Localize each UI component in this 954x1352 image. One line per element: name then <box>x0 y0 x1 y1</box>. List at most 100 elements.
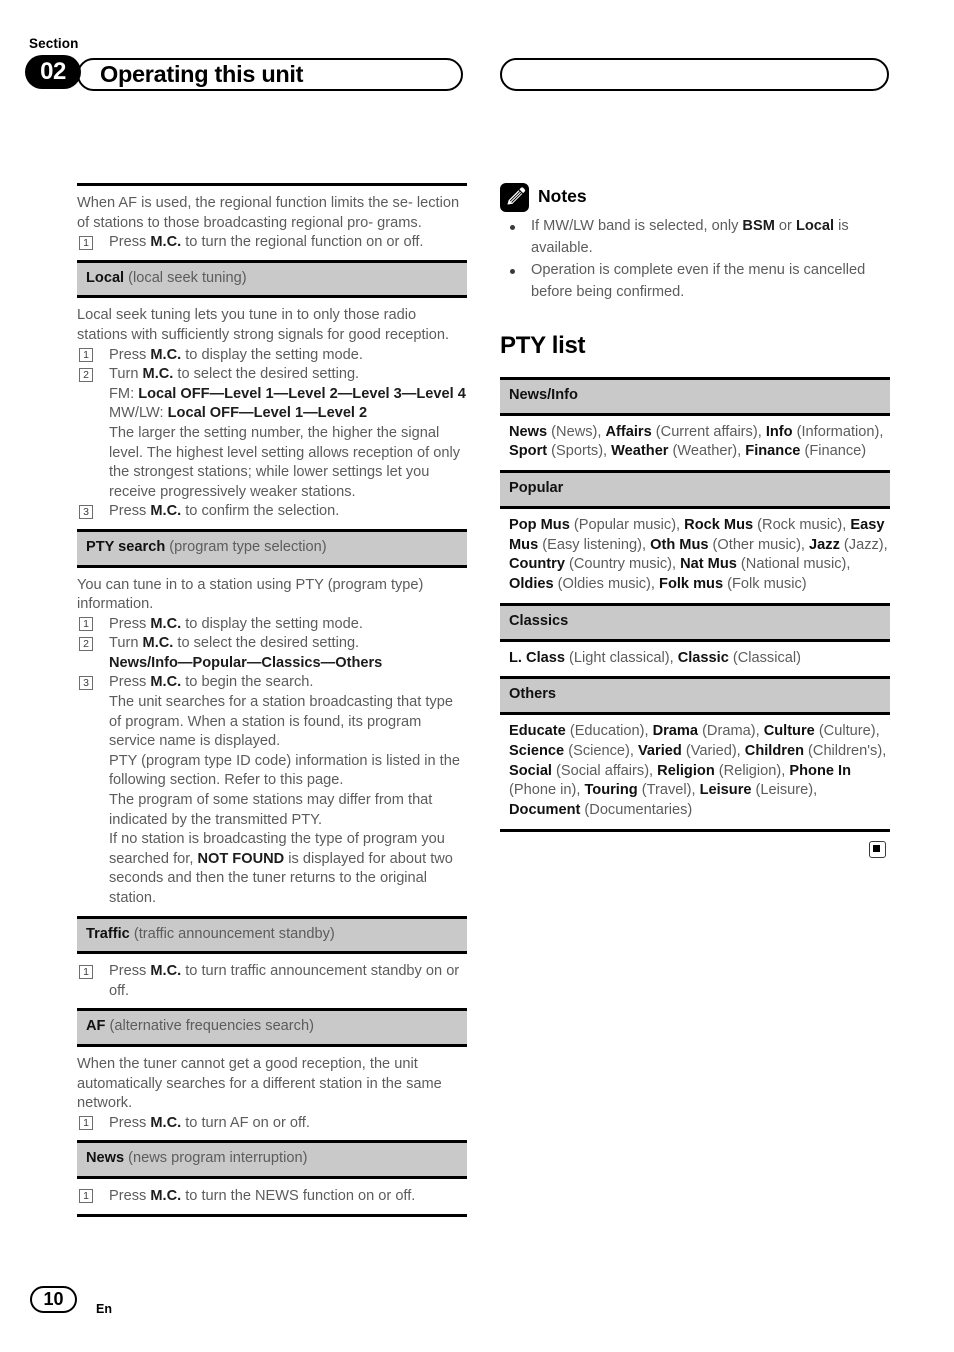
step-text-post: to select the desired setting. <box>173 635 360 652</box>
step-text-bold: M.C. <box>150 615 182 632</box>
pty-term: Weather <box>611 443 669 460</box>
page-title: Operating this unit <box>100 61 304 87</box>
pty-description: (Education), <box>565 722 653 739</box>
bullet-icon <box>510 224 515 230</box>
pty-term: Oth Mus <box>650 536 709 553</box>
section-bar-title: PTY search <box>86 538 166 555</box>
left-column: When AF is used, the regional function l… <box>77 183 467 1217</box>
notes-title: Notes <box>538 186 587 206</box>
pty-list-heading: PTY list <box>500 332 586 359</box>
bullet-icon <box>510 268 515 274</box>
pty-description: (Children's), <box>803 742 887 759</box>
note-text: Operation is complete even if the menu i… <box>531 262 866 300</box>
pty-search-detail-2: PTY (program type ID code) information i… <box>109 752 460 789</box>
pty-category-header: Classics <box>500 605 890 639</box>
pty-category-title: Classics <box>509 612 569 629</box>
pty-term: Nat Mus <box>680 556 737 573</box>
step-text-pre: Turn <box>109 635 143 652</box>
step-text-post: to display the setting mode. <box>181 615 363 632</box>
step-item: 1 Press M.C. to turn traffic announcemen… <box>77 962 467 1001</box>
pty-term: Drama <box>652 722 699 739</box>
pty-description: (Leisure), <box>751 782 818 799</box>
step-number: 2 <box>79 367 93 382</box>
pencil-icon <box>500 183 529 212</box>
af-block: When the tuner cannot get a good recepti… <box>77 1047 467 1140</box>
note-text-mid: or <box>774 218 796 234</box>
step-text-bold: M.C. <box>150 674 182 691</box>
pty-category-header: Popular <box>500 473 890 506</box>
step-item: 1 Press M.C. to display the setting mode… <box>77 346 467 366</box>
pty-description: (Documentaries) <box>580 802 693 819</box>
pty-term: Jazz <box>809 536 840 553</box>
step-item: 1 Press M.C. to display the setting mode… <box>77 615 467 635</box>
step-text-pre: Press <box>109 963 151 980</box>
pty-term: Info <box>765 423 793 440</box>
right-column: Notes If MW/LW band is selected, only BS… <box>500 183 890 864</box>
pty-search-detail-4: If no station is broadcasting the type o… <box>77 830 467 908</box>
section-number-badge: 02 <box>25 55 81 89</box>
fm-values: Local OFF—Level 1—Level 2—Level 3—Level … <box>138 385 466 402</box>
pty-description: (Science), <box>564 742 638 759</box>
pty-term: Affairs <box>605 423 652 440</box>
regional-paragraph: When AF is used, the regional function l… <box>77 194 467 233</box>
pty-list-table: News/Info News (News), Affairs (Current a… <box>500 377 890 832</box>
step-text-bold: M.C. <box>150 346 182 363</box>
notes-header: Notes <box>500 183 890 213</box>
pty-category-entries: L. Class (Light classical), Classic (Cla… <box>500 642 890 677</box>
pty-description: (Classical) <box>728 649 801 666</box>
pty-term: Leisure <box>699 782 752 799</box>
step-number: 1 <box>79 348 93 363</box>
section-bar-subtitle: (traffic announcement standby) <box>129 925 335 942</box>
step-text-pre: Press <box>109 615 151 632</box>
pty-description: (Oldies music), <box>553 576 660 593</box>
step-text-bold: M.C. <box>150 1114 182 1131</box>
step-number: 3 <box>79 504 93 519</box>
page-number: 10 <box>30 1286 77 1313</box>
section-bar-local: Local (local seek tuning) <box>77 262 467 296</box>
pty-term: Science <box>509 742 565 759</box>
empty-header-pill <box>500 58 889 91</box>
step-item: 1 Press M.C. to turn the regional functi… <box>77 233 467 253</box>
step-item: 2 Turn M.C. to select the desired settin… <box>77 634 467 654</box>
pty-description: (Information), <box>792 423 884 440</box>
pty-description: (Weather), <box>668 443 746 460</box>
pty-description: (Social affairs), <box>552 762 658 779</box>
step-text-bold: M.C. <box>150 963 182 980</box>
step-item: 1 Press M.C. to turn the NEWS function o… <box>77 1187 467 1207</box>
pty-description: (Folk music) <box>723 576 807 593</box>
step-number: 1 <box>79 235 93 250</box>
pty-description: (National music), <box>736 556 851 573</box>
pty-search-options-text: News/Info—Popular—Classics—Others <box>109 654 383 671</box>
pty-description: (Religion), <box>714 762 790 779</box>
pty-term: Folk mus <box>659 576 724 593</box>
step-item: 2 Turn M.C. to select the desired settin… <box>77 365 467 385</box>
pty-search-paragraph: You can tune in to a station using PTY (… <box>77 576 424 613</box>
pty-term: Pop Mus <box>509 516 570 533</box>
step-number: 3 <box>79 675 93 690</box>
pty-term: Country <box>509 556 565 573</box>
pty-category-header: News/Info <box>500 380 890 413</box>
step-text-post: to display the setting mode. <box>181 346 363 363</box>
local-block: Local seek tuning lets you tune in to on… <box>77 298 467 529</box>
section-bar-title: Local <box>86 269 125 286</box>
step-text-pre: Press <box>109 1114 151 1131</box>
traffic-block: 1 Press M.C. to turn traffic announcemen… <box>77 954 467 1008</box>
pty-description: (Country music), <box>564 556 681 573</box>
step-number: 1 <box>79 617 93 632</box>
step-text-pre: Press <box>109 1187 151 1204</box>
pty-description: (Easy listening), <box>538 536 651 553</box>
step-text-post: to turn the regional function on or off. <box>181 234 424 251</box>
section-bar-title: AF <box>86 1018 106 1035</box>
pty-term: Varied <box>637 742 682 759</box>
pty-category-entries: Pop Mus (Popular music), Rock Mus (Rock … <box>500 509 890 603</box>
local-paragraph: Local seek tuning lets you tune in to on… <box>77 307 450 343</box>
step-text-post: to select the desired setting. <box>173 366 360 383</box>
step-text-pre: Press <box>109 346 151 363</box>
pty-term: Religion <box>657 762 715 779</box>
detail-bold: NOT FOUND <box>197 850 285 867</box>
pty-category-title: Popular <box>509 480 564 497</box>
pty-term: Oldies <box>509 576 554 593</box>
section-bar-pty-search: PTY search (program type selection) <box>77 531 467 565</box>
pty-category-title: Others <box>509 686 557 703</box>
